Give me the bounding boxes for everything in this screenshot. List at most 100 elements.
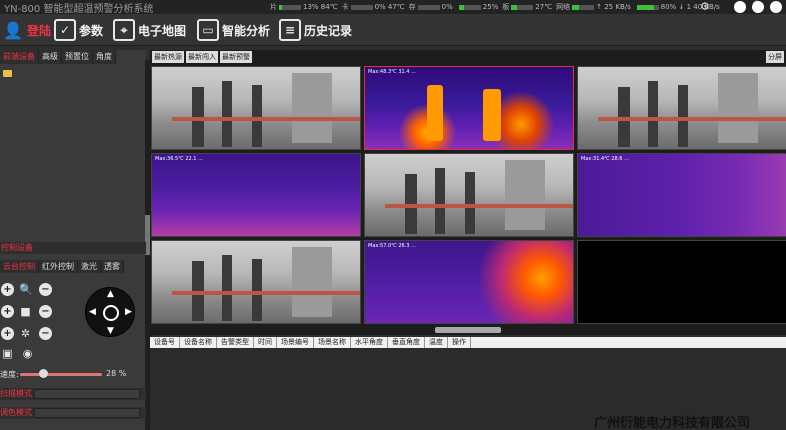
status-item: 网络 ↑ 25 KB/s bbox=[556, 2, 631, 12]
equipment-shape bbox=[385, 204, 573, 208]
tab-laser[interactable]: 激光 bbox=[78, 260, 101, 273]
ptz-joystick[interactable]: ▲ ▼ ◀ ▶ bbox=[85, 287, 135, 337]
status-item: 存 0% bbox=[409, 2, 453, 12]
focus-out-button[interactable]: − bbox=[39, 305, 52, 318]
video-tile[interactable]: Max:48.3℃ 31.4 ... bbox=[364, 66, 574, 150]
video-tile[interactable] bbox=[151, 240, 361, 324]
alarm-table-header: 设备号 设备名称 告警类型 时间 场景编号 场景名称 水平角度 垂直角度 温度 操作 bbox=[150, 337, 786, 348]
ptz-down-icon[interactable]: ▼ bbox=[107, 326, 114, 336]
ptz-auto-icon[interactable] bbox=[103, 305, 119, 321]
focus-in-button[interactable]: + bbox=[1, 305, 14, 318]
window-controls bbox=[734, 1, 782, 13]
company-watermark: 广州衍能电力科技有限公司 bbox=[594, 416, 751, 430]
menu-params[interactable]: ✓ 参数 bbox=[54, 17, 103, 43]
tab-latest-intrusion[interactable]: 最新闯入 bbox=[186, 51, 218, 63]
ptz-right-icon[interactable]: ▶ bbox=[125, 307, 132, 317]
maximize-button[interactable] bbox=[752, 1, 764, 13]
minimize-button[interactable] bbox=[734, 1, 746, 13]
ptz-left-icon[interactable]: ◀ bbox=[89, 307, 96, 317]
status-bar bbox=[279, 4, 301, 10]
speed-slider-thumb[interactable] bbox=[38, 369, 48, 378]
equipment-shape bbox=[222, 81, 232, 147]
tab-ptz[interactable]: 云台控制 bbox=[0, 260, 39, 273]
heat-signature bbox=[427, 85, 443, 141]
status-bar bbox=[458, 4, 481, 10]
speed-slider[interactable] bbox=[20, 373, 102, 376]
camera-icon[interactable]: ■ bbox=[19, 305, 32, 318]
table-column-header[interactable]: 垂直角度 bbox=[388, 337, 425, 348]
video-tile[interactable] bbox=[151, 66, 361, 150]
video-tile[interactable]: Max:57.0℃ 26.3 ... bbox=[364, 240, 574, 324]
speed-value: 28 % bbox=[106, 369, 127, 378]
status-bar bbox=[636, 4, 659, 10]
status-label: 存 bbox=[408, 3, 416, 11]
menu-history-label: 历史记录 bbox=[304, 23, 353, 38]
table-column-header[interactable]: 时间 bbox=[254, 337, 277, 348]
ptz-up-icon[interactable]: ▲ bbox=[107, 289, 114, 299]
equipment-shape bbox=[505, 160, 545, 230]
iris-close-button[interactable]: − bbox=[39, 327, 52, 340]
zoom-in-button[interactable]: + bbox=[1, 283, 14, 296]
video-tile[interactable]: Max:36.5℃ 22.1 ... bbox=[151, 153, 361, 237]
color-mode-label: 调色模式 bbox=[0, 408, 32, 417]
tab-devices[interactable]: 前端设备 bbox=[0, 50, 39, 64]
system-stats: 片 13% 84℃ 卡 0% 47℃ 存 0% 25% 板 27℃ 网络 ↑ 25 KB/s 80% … bbox=[270, 0, 720, 14]
scan-mode-dropdown[interactable] bbox=[34, 389, 140, 399]
menu-history[interactable]: ≡ 历史记录 bbox=[279, 17, 352, 43]
tab-infrared[interactable]: 红外控制 bbox=[39, 260, 78, 273]
record-icon[interactable]: ◉ bbox=[21, 347, 34, 360]
tab-latest-alarm[interactable]: 最新预警 bbox=[220, 51, 252, 63]
equipment-shape bbox=[465, 172, 475, 234]
document-icon: ≡ bbox=[279, 19, 301, 41]
device-tree[interactable] bbox=[0, 64, 146, 290]
tile-overlay-text: Max:36.5℃ 22.1 ... bbox=[155, 156, 203, 162]
monitor-icon: ▭ bbox=[197, 19, 219, 41]
status-item: 25% bbox=[457, 3, 498, 11]
table-column-header[interactable]: 场景名称 bbox=[314, 337, 351, 348]
video-grid: 最新热源 最新闯入 最新预警 分屏 Max:48.3℃ 31.4 ... Max:… bbox=[150, 50, 786, 335]
table-column-header[interactable]: 设备号 bbox=[150, 337, 180, 348]
table-column-header[interactable]: 场景编号 bbox=[277, 337, 314, 348]
tab-presets[interactable]: 预置位 bbox=[62, 50, 93, 64]
split-screen-button[interactable]: 分屏 bbox=[766, 51, 784, 63]
tab-defog[interactable]: 透雾 bbox=[101, 260, 124, 273]
iris-icon[interactable]: ✲ bbox=[19, 327, 32, 340]
table-column-header[interactable]: 温度 bbox=[425, 337, 448, 348]
menu-map[interactable]: ⌖ 电子地图 bbox=[113, 17, 186, 43]
video-tile[interactable] bbox=[577, 240, 786, 324]
status-bar bbox=[417, 4, 440, 10]
tab-latest-heat[interactable]: 最新热源 bbox=[152, 51, 184, 63]
status-bar bbox=[511, 4, 534, 10]
color-mode-row[interactable]: 调色模式 bbox=[0, 407, 146, 419]
table-column-header[interactable]: 操作 bbox=[448, 337, 471, 348]
status-label: 板 bbox=[502, 3, 510, 11]
tab-advanced[interactable]: 高级 bbox=[39, 50, 62, 64]
title-bar: YN-800 智能型超温预警分析系统 片 13% 84℃ 卡 0% 47℃ 存 0% 25%… bbox=[0, 0, 786, 15]
table-column-header[interactable]: 水平角度 bbox=[351, 337, 388, 348]
panel-collapse-handle[interactable] bbox=[435, 327, 501, 333]
video-tile[interactable]: Max:31.4℃ 28.6 ... bbox=[577, 153, 786, 237]
video-tile[interactable] bbox=[364, 153, 574, 237]
color-mode-dropdown[interactable] bbox=[34, 408, 140, 418]
map-icon: ⌖ bbox=[113, 19, 135, 41]
status-item: 卡 0% 47℃ bbox=[342, 2, 405, 12]
fullscreen-icon[interactable]: ▣ bbox=[1, 347, 14, 360]
iris-open-button[interactable]: + bbox=[1, 327, 14, 340]
zoom-out-button[interactable]: − bbox=[39, 283, 52, 296]
video-tile[interactable] bbox=[577, 66, 786, 150]
table-column-header[interactable]: 告警类型 bbox=[217, 337, 254, 348]
menu-analysis[interactable]: ▭ 智能分析 bbox=[197, 17, 270, 43]
tab-angle[interactable]: 角度 bbox=[93, 50, 116, 64]
close-button[interactable] bbox=[770, 1, 782, 13]
status-bar bbox=[350, 4, 373, 10]
equipment-shape bbox=[172, 117, 360, 121]
status-value: 27℃ bbox=[535, 3, 553, 11]
scan-mode-row[interactable]: 扫描模式 bbox=[0, 388, 146, 400]
status-value: 13% 84℃ bbox=[303, 3, 338, 11]
search-icon[interactable]: 🔍 bbox=[19, 283, 33, 296]
menu-login[interactable]: 👤 登陆 bbox=[2, 17, 51, 43]
settings-icon[interactable]: ⚙ bbox=[700, 0, 710, 13]
table-column-header[interactable]: 设备名称 bbox=[180, 337, 217, 348]
folder-icon[interactable] bbox=[3, 70, 12, 77]
left-tabs: 前端设备 高级 预置位 角度 bbox=[0, 50, 146, 64]
